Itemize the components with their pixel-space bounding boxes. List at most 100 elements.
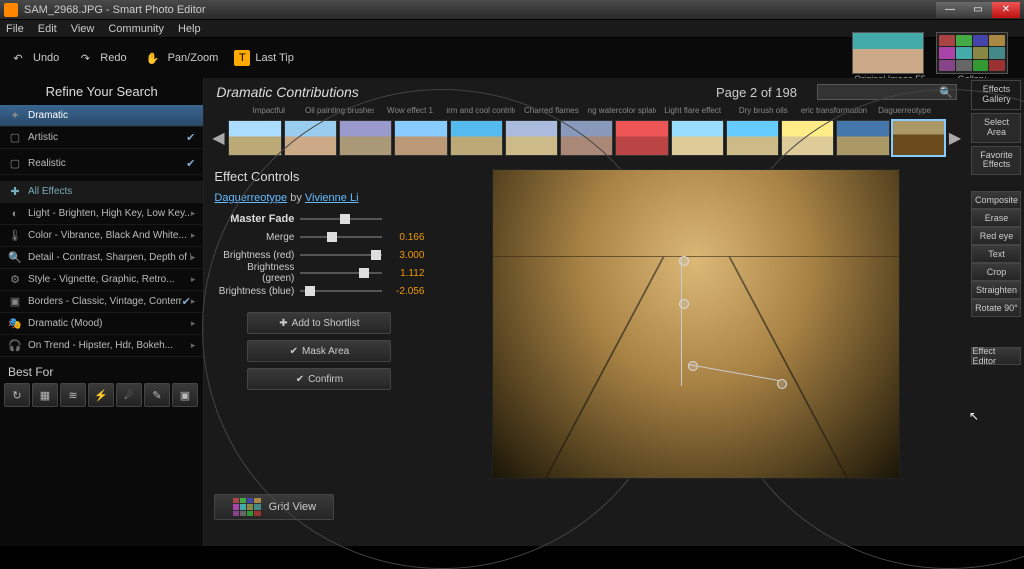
- menu-view[interactable]: View: [71, 23, 95, 35]
- effect-thumb[interactable]: [781, 120, 834, 156]
- effect-name-link[interactable]: Daguerreotype: [214, 192, 287, 204]
- menu-file[interactable]: File: [6, 23, 24, 35]
- lasttip-label: Last Tip: [255, 52, 294, 64]
- cursor-icon: ↖: [969, 409, 979, 423]
- next-arrow[interactable]: ▶: [945, 118, 965, 158]
- chevron-right-icon: ▸: [191, 252, 196, 263]
- search-input[interactable]: 🔍: [817, 84, 957, 100]
- slider-track[interactable]: [300, 272, 382, 274]
- right-tool-button[interactable]: Text: [971, 245, 1021, 263]
- add-shortlist-button[interactable]: ✚Add to Shortlist: [247, 312, 391, 334]
- mood-row[interactable]: 🎭Dramatic (Mood)▸: [0, 313, 203, 335]
- slider-value: 3.000: [382, 250, 424, 261]
- thumb-label: Impactful: [234, 106, 303, 115]
- category-row[interactable]: ⚙Style - Vignette, Graphic, Retro...▸: [0, 269, 203, 291]
- right-tool-button[interactable]: Straighten: [971, 281, 1021, 299]
- undo-label: Undo: [33, 52, 59, 64]
- slider-thumb[interactable]: [305, 286, 315, 296]
- slider-thumb[interactable]: [371, 250, 381, 260]
- category-row[interactable]: 🔍Detail - Contrast, Sharpen, Depth of Fi…: [0, 247, 203, 269]
- effect-thumb[interactable]: [394, 120, 447, 156]
- tab-effects-gallery[interactable]: Effects Gallery: [971, 80, 1021, 110]
- search-icon: 🔍: [939, 86, 953, 99]
- panzoom-button[interactable]: ✋ Pan/Zoom: [143, 49, 219, 67]
- tag-dramatic[interactable]: ✦Dramatic: [0, 105, 203, 127]
- slider-label: Brightness (green): [214, 262, 300, 284]
- confirm-button[interactable]: ✔Confirm: [247, 368, 391, 390]
- hand-icon: ✋: [143, 49, 163, 67]
- effect-thumb[interactable]: [505, 120, 558, 156]
- right-tool-button[interactable]: Crop: [971, 263, 1021, 281]
- undo-button[interactable]: ↶Undo: [8, 49, 59, 67]
- tag-realistic[interactable]: ▢Realistic✔: [0, 153, 203, 175]
- bestfor-button[interactable]: ≋: [60, 383, 86, 407]
- effect-thumb[interactable]: [284, 120, 337, 156]
- master-fade-slider[interactable]: [300, 218, 382, 220]
- effect-thumb[interactable]: [671, 120, 724, 156]
- menu-help[interactable]: Help: [178, 23, 201, 35]
- effect-editor-button[interactable]: Effect Editor: [971, 347, 1021, 365]
- toolbar: ↶Undo ↷Redo ✋Pan/Zoom TLast Tip Original…: [0, 38, 1024, 78]
- redo-button[interactable]: ↷Redo: [75, 49, 126, 67]
- slider-thumb[interactable]: [340, 214, 350, 224]
- effect-thumb[interactable]: [892, 120, 945, 156]
- effect-controls: Effect Controls Daguerreotype by Vivienn…: [214, 169, 424, 538]
- lasttip-button[interactable]: TLast Tip: [234, 50, 294, 66]
- frame-icon: ▢: [8, 131, 22, 144]
- page-indicator: Page 2 of 198: [716, 85, 797, 100]
- slider-label: Brightness (red): [214, 250, 300, 261]
- effect-thumb[interactable]: [726, 120, 779, 156]
- original-image-thumb[interactable]: [852, 32, 924, 74]
- tab-favorite-effects[interactable]: Favorite Effects: [971, 146, 1021, 176]
- effect-thumb[interactable]: [615, 120, 668, 156]
- bestfor-button[interactable]: ↻: [4, 383, 30, 407]
- effect-thumb[interactable]: [228, 120, 281, 156]
- minimize-button[interactable]: —: [936, 2, 964, 18]
- slider-thumb[interactable]: [359, 268, 369, 278]
- category-row[interactable]: ▣Borders - Classic, Vintage, Contemporar…: [0, 291, 203, 313]
- plus-icon: ✚: [8, 185, 22, 198]
- category-row[interactable]: 🌡Color - Vibrance, Black And White...▸: [0, 225, 203, 247]
- tag-artistic[interactable]: ▢Artistic✔: [0, 127, 203, 149]
- category-row[interactable]: ◐Light - Brighten, High Key, Low Key...▸: [0, 203, 203, 225]
- bestfor-button[interactable]: ⚡: [88, 383, 114, 407]
- effect-author-link[interactable]: Vivienne Li: [305, 192, 359, 204]
- effect-thumb[interactable]: [560, 120, 613, 156]
- right-tool-button[interactable]: Red eye: [971, 227, 1021, 245]
- tab-select-area[interactable]: Select Area: [971, 113, 1021, 143]
- mood-row[interactable]: 🎧On Trend - Hipster, Hdr, Bokeh...▸: [0, 335, 203, 357]
- menu-edit[interactable]: Edit: [38, 23, 57, 35]
- effect-thumb[interactable]: [339, 120, 392, 156]
- slider-value: 1.112: [382, 268, 424, 279]
- center-panel: Dramatic Contributions Page 2 of 198 🔍 I…: [204, 78, 969, 546]
- refine-title: Refine Your Search: [0, 78, 203, 105]
- right-tool-button[interactable]: Erase: [971, 209, 1021, 227]
- slider-thumb[interactable]: [327, 232, 337, 242]
- effect-thumb[interactable]: [450, 120, 503, 156]
- panzoom-label: Pan/Zoom: [168, 52, 219, 64]
- prev-arrow[interactable]: ◀: [208, 118, 228, 158]
- check-icon: ✔: [290, 346, 298, 357]
- thumb-label: eric transformation: [800, 106, 869, 115]
- slider-track[interactable]: [300, 290, 382, 292]
- right-tool-button[interactable]: Composite: [971, 191, 1021, 209]
- effect-thumb[interactable]: [836, 120, 889, 156]
- all-effects-header[interactable]: ✚All Effects: [0, 181, 203, 203]
- check-icon: ✔: [182, 295, 191, 308]
- bestfor-button[interactable]: ▦: [32, 383, 58, 407]
- slider-track[interactable]: [300, 254, 382, 256]
- chevron-right-icon: ▸: [191, 340, 196, 351]
- bestfor-button[interactable]: ☄: [116, 383, 142, 407]
- gallery-thumb[interactable]: [936, 32, 1008, 74]
- bestfor-button[interactable]: ✎: [144, 383, 170, 407]
- grid-view-button[interactable]: Grid View: [214, 494, 334, 520]
- preview-image[interactable]: [492, 169, 900, 479]
- close-button[interactable]: ✕: [992, 2, 1020, 18]
- slider-track[interactable]: [300, 236, 382, 238]
- bestfor-button[interactable]: ▣: [172, 383, 198, 407]
- right-tool-button[interactable]: Rotate 90°: [971, 299, 1021, 317]
- mask-area-button[interactable]: ✔Mask Area: [247, 340, 391, 362]
- menu-community[interactable]: Community: [108, 23, 164, 35]
- maximize-button[interactable]: ▭: [964, 2, 992, 18]
- thumb-label: Oil painting brushes: [305, 106, 374, 115]
